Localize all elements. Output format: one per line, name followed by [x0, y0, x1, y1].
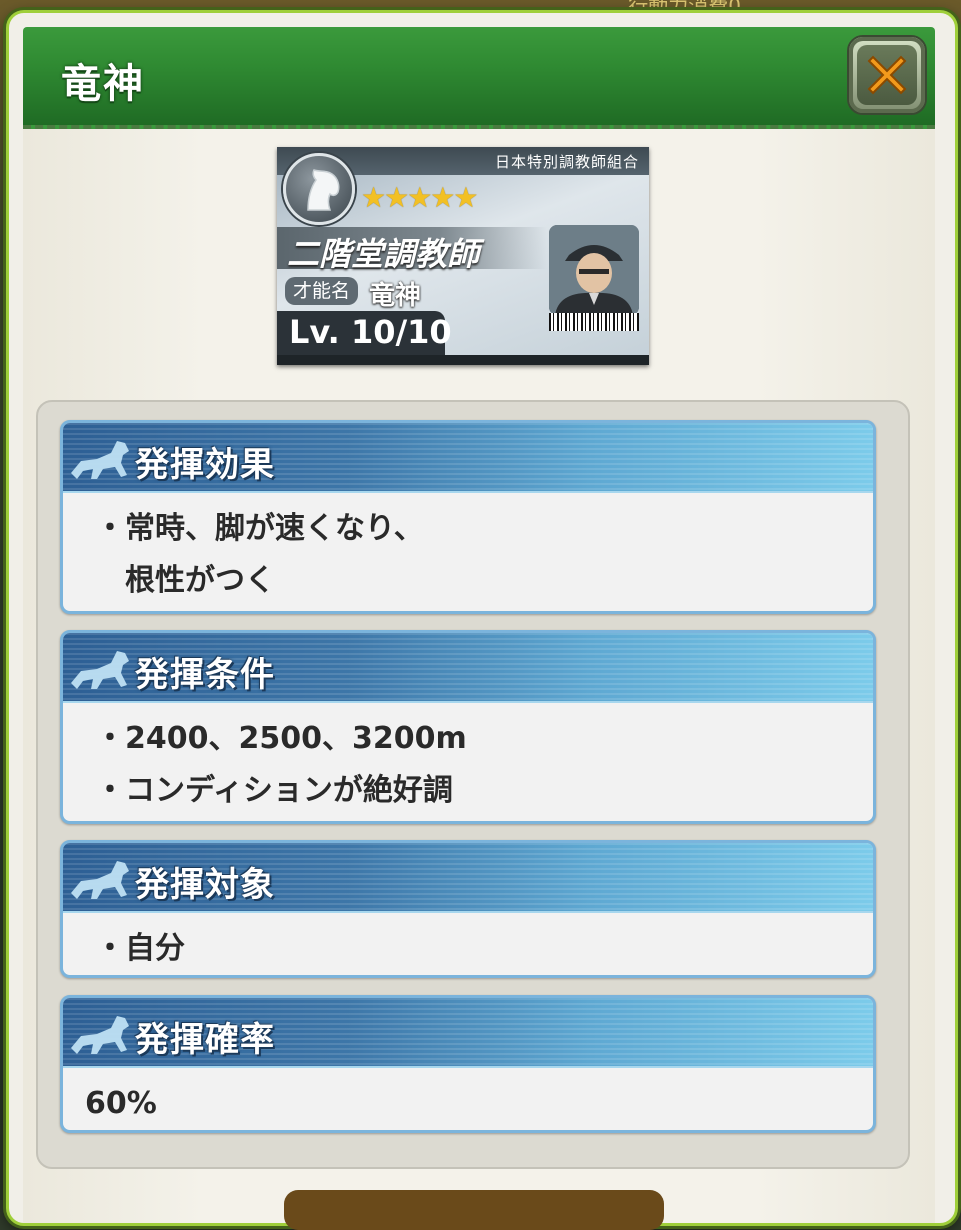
section-line: ・2400、2500、3200m [95, 721, 467, 756]
horse-icon [67, 1008, 135, 1058]
trainer-license-card: 日本特別調教師組合 ★★★★★ 二階堂調教師 才能名 竜神 Lv. 10/10 [277, 147, 649, 365]
talent-level: Lv. 10/10 [289, 313, 452, 351]
rarity-stars: ★★★★★ [361, 181, 479, 214]
horse-emblem-icon [283, 153, 355, 225]
section-header: 発揮確率 [63, 998, 873, 1068]
horse-icon [67, 643, 135, 693]
dialog-title: 竜神 [61, 61, 145, 107]
section-line: 根性がつく [95, 563, 275, 598]
horse-icon [67, 433, 135, 483]
section-line: ・自分 [95, 931, 185, 966]
section-title: 発揮対象 [135, 865, 275, 905]
section-line: 60% [85, 1086, 157, 1121]
close-button[interactable] [847, 35, 927, 115]
section-title: 発揮効果 [135, 445, 275, 485]
card-bottom-bar [277, 355, 649, 365]
section-header: 発揮対象 [63, 843, 873, 913]
bottom-button[interactable] [284, 1190, 664, 1230]
trainer-name: 二階堂調教師 [287, 235, 480, 273]
horse-icon [67, 853, 135, 903]
section-body: 60% [63, 1068, 873, 1130]
section-body: ・常時、脚が速くなり、 根性がつく [63, 493, 873, 611]
card-barcode [549, 313, 639, 331]
section-condition: 発揮条件 ・2400、2500、3200m ・コンディションが絶好調 [60, 630, 876, 824]
card-organization: 日本特別調教師組合 [494, 153, 639, 171]
talent-label: 才能名 [285, 277, 359, 305]
section-body: ・自分 [63, 913, 873, 975]
section-line: ・コンディションが絶好調 [95, 773, 453, 808]
talent-name: 竜神 [369, 281, 422, 311]
section-title: 発揮確率 [135, 1020, 275, 1060]
section-probability: 発揮確率 60% [60, 995, 876, 1133]
section-target: 発揮対象 ・自分 [60, 840, 876, 978]
section-body: ・2400、2500、3200m ・コンディションが絶好調 [63, 703, 873, 821]
dialog-header: 竜神 [23, 27, 935, 129]
section-line: ・常時、脚が速くなり、 [95, 511, 424, 546]
close-x-icon [857, 45, 917, 105]
section-header: 発揮条件 [63, 633, 873, 703]
trainer-portrait [549, 225, 639, 315]
section-title: 発揮条件 [135, 655, 275, 695]
section-effect: 発揮効果 ・常時、脚が速くなり、 根性がつく [60, 420, 876, 614]
section-header: 発揮効果 [63, 423, 873, 493]
